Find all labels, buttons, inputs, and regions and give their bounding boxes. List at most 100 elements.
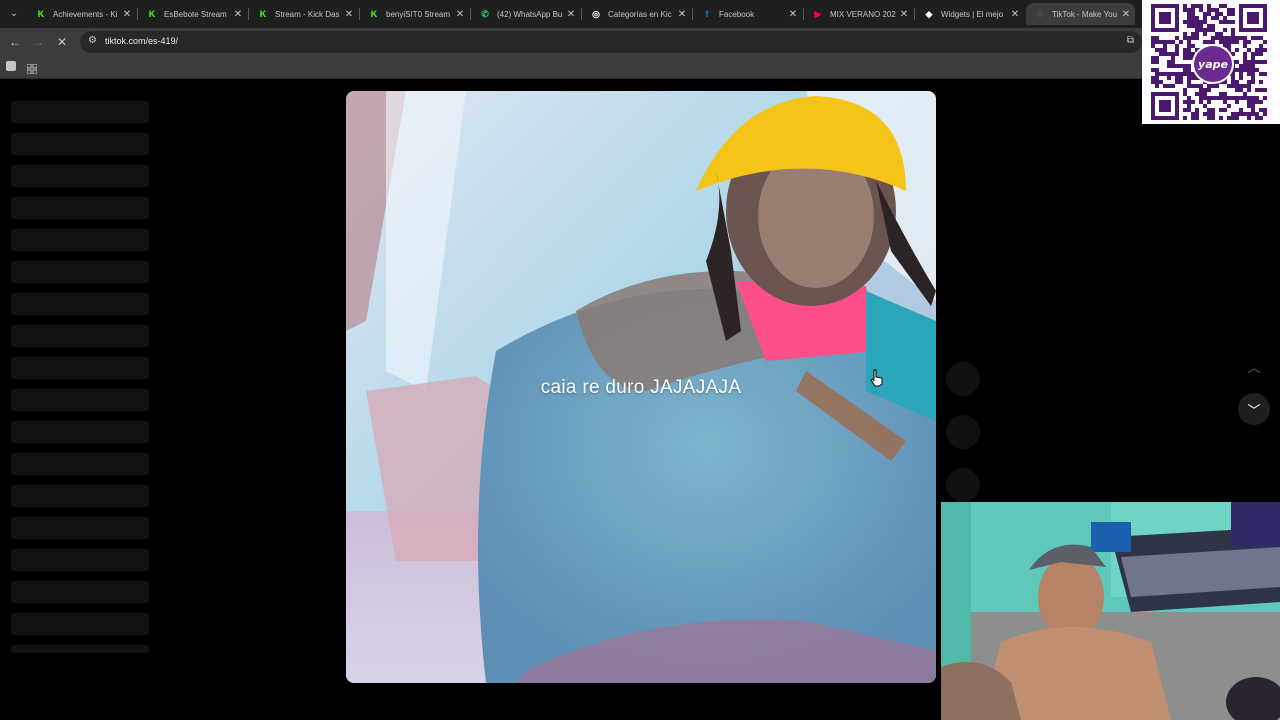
bookmark-square-icon[interactable] (6, 61, 16, 71)
qr-module (1235, 36, 1239, 40)
qr-module (1155, 48, 1159, 52)
sidebar-skeleton-item (11, 293, 149, 315)
tab-1[interactable]: K Achievements - Ki ✕ (27, 3, 136, 25)
qr-module (1219, 20, 1223, 24)
qr-module (1255, 116, 1259, 120)
facebook-icon: f (705, 9, 709, 19)
qr-module (1187, 76, 1191, 80)
sidebar-skeleton-item (11, 389, 149, 411)
qr-module (1247, 88, 1251, 92)
previous-video-chevron-up-icon[interactable]: ︿ (1238, 350, 1270, 382)
close-tab-icon[interactable]: ✕ (1008, 9, 1022, 20)
sidebar-skeleton-item (11, 517, 149, 539)
qr-module (1183, 68, 1187, 72)
qr-module (1187, 8, 1191, 12)
close-tab-icon[interactable]: ✕ (231, 9, 245, 20)
qr-module (1187, 48, 1191, 52)
tab-separator (137, 8, 138, 20)
close-tab-icon[interactable]: ✕ (897, 9, 911, 20)
close-tab-icon[interactable]: ✕ (120, 9, 134, 20)
video-player[interactable]: caia re duro JAJAJAJA (346, 91, 936, 683)
qr-finder-module (1247, 12, 1259, 24)
qr-module (1211, 28, 1215, 32)
qr-brand-label: yape (1198, 57, 1228, 71)
tab-7[interactable]: f Facebook ✕ (693, 3, 802, 25)
qr-module (1195, 116, 1199, 120)
qr-module (1187, 64, 1191, 68)
qr-module (1159, 52, 1163, 56)
tab-search-chevron-icon[interactable]: ⌄ (6, 6, 22, 22)
qr-module (1247, 80, 1251, 84)
qr-module (1207, 84, 1211, 88)
qr-module (1231, 32, 1235, 36)
qr-module (1223, 96, 1227, 100)
webcam-feed (941, 502, 1280, 720)
share-button[interactable] (946, 468, 980, 502)
qr-module (1163, 72, 1167, 76)
tab-2[interactable]: K EsBebote Stream ✕ (138, 3, 247, 25)
tab-8[interactable]: ▶ MIX VERANO 202 ✕ (804, 3, 913, 25)
qr-module (1263, 48, 1267, 52)
qr-module (1255, 48, 1259, 52)
close-tab-icon[interactable]: ✕ (675, 9, 689, 20)
qr-module (1179, 40, 1183, 44)
tab-3[interactable]: K Stream - Kick Das ✕ (249, 3, 358, 25)
comment-button[interactable] (946, 415, 980, 449)
tab-title: Stream - Kick Das (275, 9, 340, 19)
back-arrow-icon[interactable]: ← (6, 33, 24, 51)
sidebar-skeleton-item (11, 261, 149, 283)
next-video-chevron-down-icon[interactable]: ﹀ (1238, 393, 1270, 425)
forward-arrow-icon[interactable]: → (29, 33, 47, 51)
qr-module (1259, 44, 1263, 48)
tab-separator (248, 8, 249, 20)
qr-module (1183, 116, 1187, 120)
qr-module (1203, 32, 1207, 36)
address-bar[interactable]: ⚙ tiktok.com/es-419/ ⧉ (80, 31, 1142, 53)
qr-module (1163, 40, 1167, 44)
sidebar-skeleton-item (11, 549, 149, 571)
qr-module (1155, 80, 1159, 84)
tab-separator (692, 8, 693, 20)
tab-10[interactable]: ◌ TikTok - Make You ✕ (1026, 3, 1135, 25)
close-tab-icon[interactable]: ✕ (453, 9, 467, 20)
close-tab-icon[interactable]: ✕ (786, 9, 800, 20)
qr-module (1215, 36, 1219, 40)
tab-5[interactable]: ✆ (42) WhatsApp Bu ✕ (471, 3, 580, 25)
like-button[interactable] (946, 362, 980, 396)
qr-module (1211, 24, 1215, 28)
close-tab-icon[interactable]: ✕ (564, 9, 578, 20)
qr-module (1231, 8, 1235, 12)
close-tab-icon[interactable]: ✕ (1119, 9, 1133, 20)
video-caption: caia re duro JAJAJAJA (540, 377, 742, 398)
qr-module (1227, 20, 1231, 24)
stop-loading-icon[interactable]: ✕ (53, 33, 71, 51)
qr-module (1183, 36, 1187, 40)
qr-module (1203, 104, 1207, 108)
tab-9[interactable]: ◆ Widgets | El mejo ✕ (915, 3, 1024, 25)
qr-module (1183, 100, 1187, 104)
qr-module (1235, 112, 1239, 116)
qr-module (1207, 112, 1211, 116)
qr-module (1255, 112, 1259, 116)
qr-module (1247, 68, 1251, 72)
tab-4[interactable]: KbenyiSIT0 Stream ✕ (360, 3, 469, 25)
qr-module (1251, 108, 1255, 112)
qr-module (1199, 84, 1203, 88)
tab-6[interactable]: ◎ Categorías en Kic ✕ (582, 3, 691, 25)
qr-module (1243, 112, 1247, 116)
kick-icon: ◎ (592, 8, 600, 19)
close-tab-icon[interactable]: ✕ (342, 9, 356, 20)
qr-module (1259, 100, 1263, 104)
site-settings-icon[interactable]: ⚙ (88, 35, 97, 46)
qr-module (1227, 84, 1231, 88)
apps-grid-icon[interactable] (26, 61, 38, 75)
qr-module (1231, 80, 1235, 84)
qr-module (1243, 60, 1247, 64)
qr-module (1191, 24, 1195, 28)
qr-module (1223, 4, 1227, 8)
qr-module (1255, 60, 1259, 64)
translate-icon[interactable]: ⧉ (1127, 35, 1134, 46)
kick-icon: K (370, 9, 378, 19)
qr-module (1155, 36, 1159, 40)
address-url[interactable]: tiktok.com/es-419/ (105, 36, 178, 46)
